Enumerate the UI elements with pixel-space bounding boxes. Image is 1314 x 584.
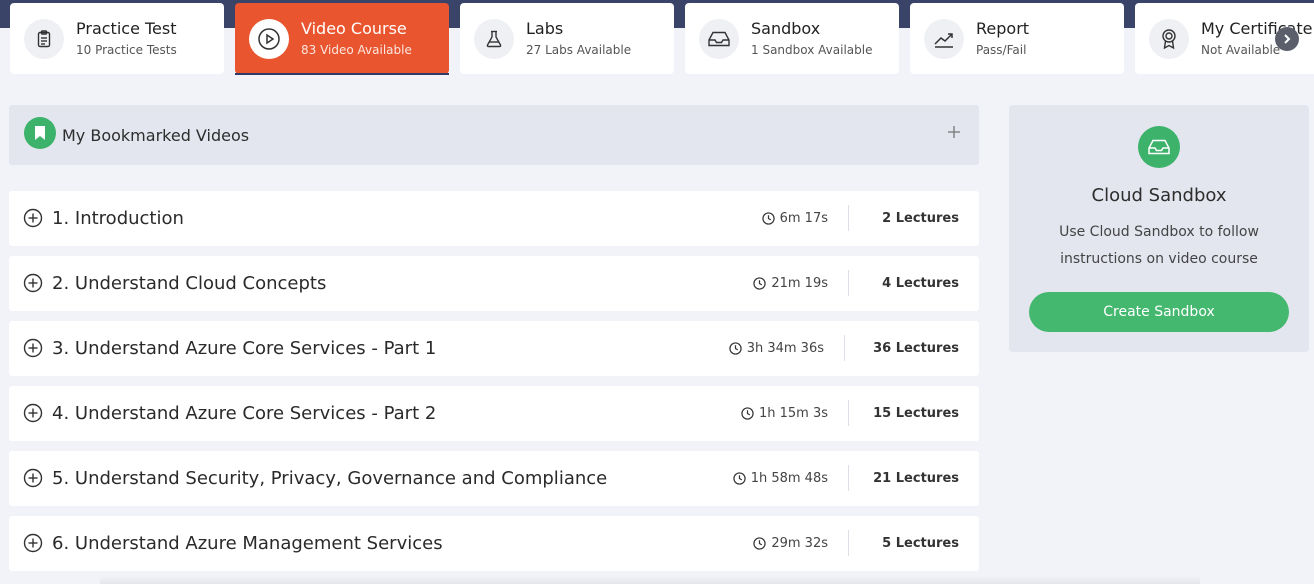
- tab-subtitle: 1 Sandbox Available: [751, 43, 873, 57]
- sandbox-description: Use Cloud Sandbox to follow instructions…: [1059, 224, 1259, 267]
- expand-circle-plus-icon[interactable]: [23, 273, 43, 293]
- inbox-icon: [1138, 126, 1180, 168]
- section-lecture-count: 21 Lectures: [873, 471, 959, 486]
- tab-title: Report: [976, 19, 1030, 38]
- section-duration: 21m 19s: [753, 256, 828, 311]
- tab-title: Practice Test: [76, 19, 177, 38]
- section-title: 5. Understand Security, Privacy, Governa…: [52, 468, 608, 489]
- course-section[interactable]: 4. Understand Azure Core Services - Part…: [9, 386, 979, 441]
- tab-sandbox[interactable]: Sandbox 1 Sandbox Available: [685, 3, 899, 74]
- section-duration-text: 1h 15m 3s: [758, 406, 828, 421]
- tab-title: Sandbox: [751, 19, 821, 38]
- bottom-shadow: [100, 576, 1200, 584]
- course-section[interactable]: 6. Understand Azure Management Services …: [9, 516, 979, 571]
- course-tabs: Practice Test 10 Practice Tests Video Co…: [10, 3, 1314, 75]
- chevron-right-icon: [1284, 34, 1291, 44]
- section-duration: 1h 58m 48s: [733, 451, 828, 506]
- create-sandbox-button[interactable]: Create Sandbox: [1029, 292, 1289, 332]
- section-duration: 1h 15m 3s: [741, 386, 828, 441]
- divider: [848, 530, 849, 556]
- course-section[interactable]: 3. Understand Azure Core Services - Part…: [9, 321, 979, 376]
- expand-plus-icon[interactable]: [947, 125, 961, 139]
- tab-practice-test[interactable]: Practice Test 10 Practice Tests: [10, 3, 224, 74]
- bookmark-icon: [24, 116, 56, 149]
- section-duration-text: 21m 19s: [771, 276, 828, 291]
- clock-icon: [729, 342, 742, 355]
- bookmarked-videos-label: My Bookmarked Videos: [62, 125, 250, 145]
- section-duration-text: 1h 58m 48s: [750, 471, 828, 486]
- section-title: 2. Understand Cloud Concepts: [52, 273, 327, 294]
- section-lecture-count: 2 Lectures: [882, 211, 959, 226]
- expand-circle-plus-icon[interactable]: [23, 338, 43, 358]
- trend-icon: [924, 18, 964, 59]
- tab-subtitle: 83 Video Available: [301, 43, 412, 57]
- divider: [848, 400, 849, 426]
- play-icon: [249, 18, 289, 59]
- expand-circle-plus-icon[interactable]: [23, 468, 43, 488]
- tab-subtitle: Pass/Fail: [976, 43, 1027, 57]
- divider: [844, 335, 845, 361]
- tab-video-course[interactable]: Video Course 83 Video Available: [235, 3, 449, 75]
- expand-circle-plus-icon[interactable]: [23, 403, 43, 423]
- section-lecture-count: 15 Lectures: [873, 406, 959, 421]
- course-section[interactable]: 2. Understand Cloud Concepts 21m 19s 4 L…: [9, 256, 979, 311]
- section-duration: 6m 17s: [761, 191, 828, 246]
- section-duration: 3h 34m 36s: [729, 321, 824, 376]
- tab-report[interactable]: Report Pass/Fail: [910, 3, 1124, 74]
- tab-title: Video Course: [301, 19, 407, 38]
- bookmarked-videos-panel[interactable]: My Bookmarked Videos: [9, 105, 979, 165]
- expand-circle-plus-icon[interactable]: [23, 533, 43, 553]
- divider: [848, 205, 849, 231]
- section-lecture-count: 5 Lectures: [882, 536, 959, 551]
- clock-icon: [761, 212, 775, 225]
- divider: [848, 465, 849, 491]
- tab-labs[interactable]: Labs 27 Labs Available: [460, 3, 674, 74]
- section-title: 6. Understand Azure Management Services: [52, 533, 443, 554]
- course-section[interactable]: 1. Introduction 6m 17s 2 Lectures: [9, 191, 979, 246]
- tab-subtitle: 27 Labs Available: [526, 43, 632, 57]
- course-section[interactable]: 5. Understand Security, Privacy, Governa…: [9, 451, 979, 506]
- cloud-sandbox-card: Cloud Sandbox Use Cloud Sandbox to follo…: [1009, 105, 1309, 352]
- section-lecture-count: 4 Lectures: [882, 276, 959, 291]
- inbox-icon: [699, 18, 739, 59]
- sandbox-title: Cloud Sandbox: [1091, 185, 1227, 206]
- expand-circle-plus-icon[interactable]: [23, 208, 43, 228]
- clipboard-icon: [24, 18, 64, 59]
- section-duration: 29m 32s: [753, 516, 828, 571]
- section-title: 4. Understand Azure Core Services - Part…: [52, 403, 437, 424]
- clock-icon: [753, 537, 767, 550]
- award-icon: [1149, 18, 1189, 59]
- divider: [848, 270, 849, 296]
- section-title: 1. Introduction: [52, 208, 184, 229]
- section-lecture-count: 36 Lectures: [873, 341, 959, 356]
- section-duration-text: 6m 17s: [779, 211, 828, 226]
- clock-icon: [733, 472, 746, 485]
- tabs-scroll-right-button[interactable]: [1275, 27, 1299, 51]
- flask-icon: [474, 18, 514, 59]
- section-title: 3. Understand Azure Core Services - Part…: [52, 338, 437, 359]
- clock-icon: [741, 407, 754, 420]
- section-duration-text: 3h 34m 36s: [746, 341, 824, 356]
- tab-title: Labs: [526, 19, 564, 38]
- clock-icon: [753, 277, 767, 290]
- tab-subtitle: 10 Practice Tests: [76, 43, 177, 57]
- section-duration-text: 29m 32s: [771, 536, 828, 551]
